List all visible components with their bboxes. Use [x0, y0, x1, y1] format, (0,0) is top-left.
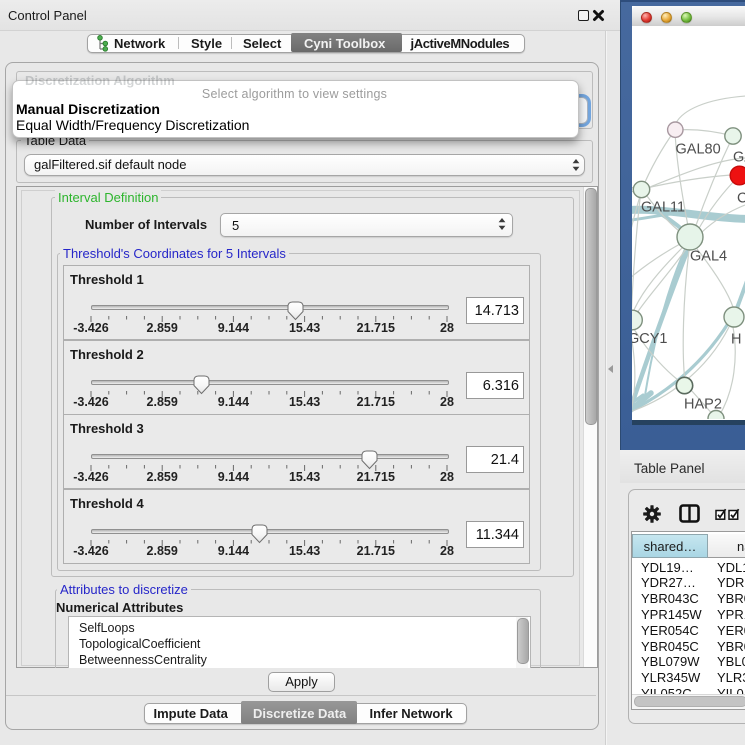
svg-text:HAP2: HAP2 [684, 397, 722, 413]
svg-text:H: H [731, 332, 741, 348]
svg-text:GA: GA [733, 150, 745, 166]
svg-text:GAL80: GAL80 [676, 142, 721, 158]
svg-text:C: C [737, 191, 745, 207]
svg-text:GCY1: GCY1 [632, 331, 668, 347]
svg-text:GAL4: GAL4 [690, 249, 727, 265]
svg-text:GAL11: GAL11 [641, 200, 685, 216]
